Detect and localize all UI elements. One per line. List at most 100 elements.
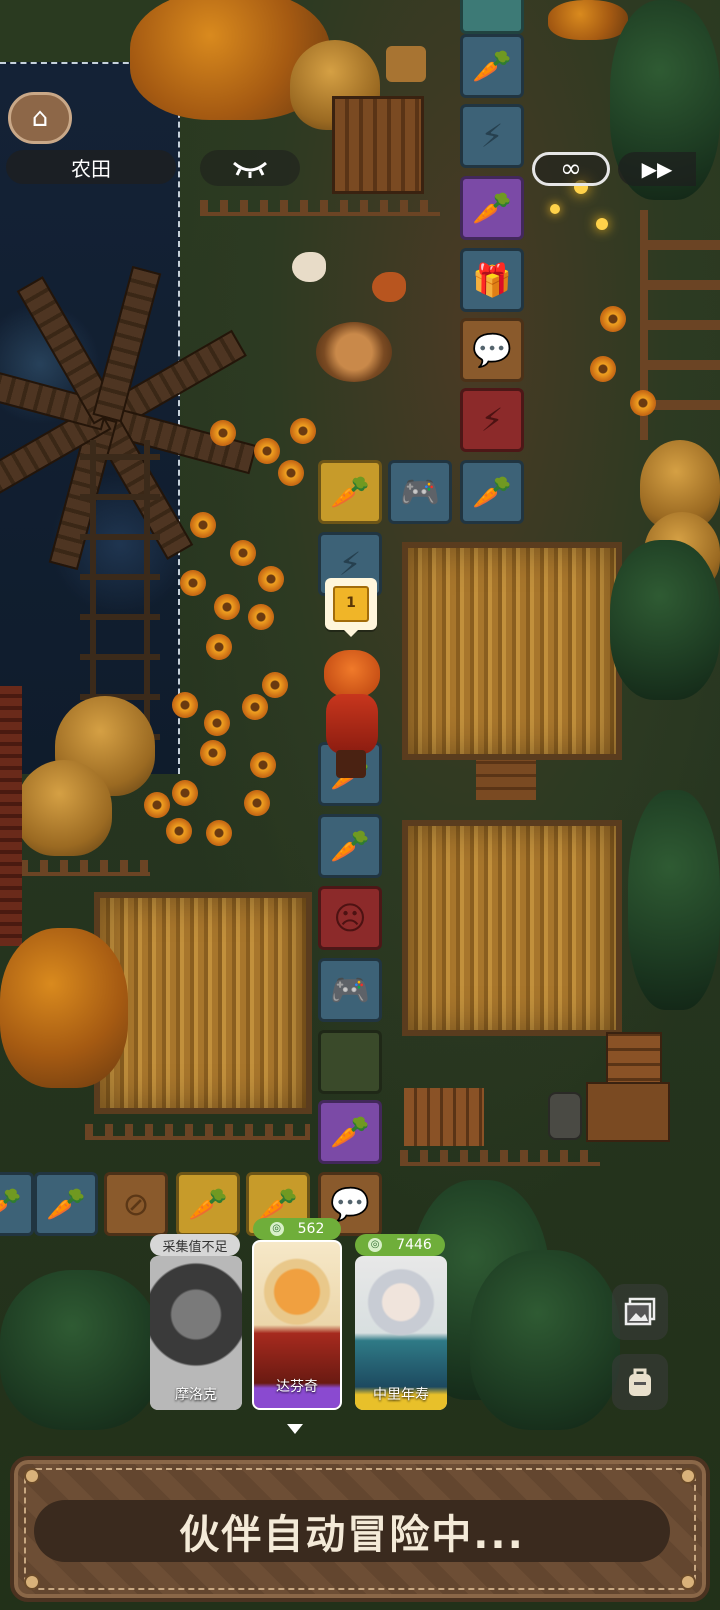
status-message: 伙伴自动冒险中... bbox=[179, 1512, 525, 1558]
sunflower bbox=[204, 710, 230, 736]
fence bbox=[200, 200, 440, 216]
infinity-icon: ∞ bbox=[560, 154, 582, 184]
gallery-icon bbox=[624, 1297, 656, 1326]
bubble-number: 1 bbox=[346, 595, 356, 611]
board-tile-carrot: 🥕 bbox=[318, 460, 382, 524]
sunflower bbox=[262, 672, 288, 698]
home-button[interactable]: ⌂ bbox=[8, 92, 72, 144]
log-pile bbox=[404, 1088, 484, 1146]
backpack-button[interactable] bbox=[612, 1354, 668, 1410]
gallery-button[interactable] bbox=[612, 1284, 668, 1340]
sunflower bbox=[290, 418, 316, 444]
fence bbox=[85, 1124, 310, 1140]
apple-tree bbox=[610, 540, 720, 700]
sunflower bbox=[590, 356, 616, 382]
board-tile-carrot: 🥕 bbox=[460, 34, 524, 98]
firefly-lamp bbox=[550, 180, 610, 230]
party-card-nakazato[interactable]: 中里年寿 bbox=[355, 1256, 447, 1410]
fast-forward-button[interactable]: ▶▶ bbox=[618, 152, 696, 186]
sunflower bbox=[254, 438, 280, 464]
card-value-badge: ◎ 7446 bbox=[355, 1234, 445, 1256]
pine-tree bbox=[470, 1250, 620, 1430]
board-tile bbox=[460, 0, 524, 34]
sunflower bbox=[214, 594, 240, 620]
rivet bbox=[680, 1574, 696, 1590]
autumn-tree bbox=[548, 0, 628, 40]
card-name: 摩洛克 bbox=[175, 1387, 217, 1403]
nest bbox=[316, 322, 392, 382]
barn-wall bbox=[0, 686, 22, 946]
board-tile-gamepad: 🎮 bbox=[318, 958, 382, 1022]
card-value: 562 bbox=[297, 1221, 325, 1237]
player-character bbox=[318, 650, 390, 780]
rivet bbox=[24, 1574, 40, 1590]
fast-forward-icon: ▶▶ bbox=[641, 157, 673, 181]
auto-adventure-status[interactable]: 伙伴自动冒险中... bbox=[34, 1500, 670, 1562]
board-tile-gift: 🎁 bbox=[460, 248, 524, 312]
card-status-text: 采集值不足 bbox=[162, 1239, 228, 1255]
sunflower bbox=[600, 306, 626, 332]
card-value: 7446 bbox=[396, 1237, 432, 1253]
hide-ui-button[interactable] bbox=[200, 150, 300, 186]
eye-closed-icon bbox=[233, 161, 267, 178]
area-name: 农田 bbox=[71, 156, 111, 181]
auto-loop-button[interactable]: ∞ bbox=[532, 152, 610, 186]
sunflower bbox=[166, 818, 192, 844]
wheat-field bbox=[402, 542, 622, 760]
fence bbox=[20, 860, 150, 876]
party-card-moloch[interactable]: 摩洛克 bbox=[150, 1256, 242, 1410]
board-tile-carrot: 🥕 bbox=[176, 1172, 240, 1236]
autumn-tree bbox=[0, 928, 128, 1088]
sunflower bbox=[258, 566, 284, 592]
board-tile-lightning: ⚡ bbox=[460, 104, 524, 168]
crate-stack bbox=[586, 1082, 670, 1142]
chicken bbox=[292, 252, 326, 282]
board-tile-lightning-minus: ⚡ bbox=[460, 388, 524, 452]
card-name: 中里年寿 bbox=[373, 1387, 429, 1403]
selected-indicator bbox=[287, 1424, 303, 1434]
board-tile-carrot: 🥕 bbox=[460, 460, 524, 524]
dice-box-icon: 1 bbox=[333, 586, 369, 622]
party-card-davinci[interactable]: 达芬奇 bbox=[252, 1240, 342, 1410]
sunflower bbox=[200, 740, 226, 766]
energy-icon: ◎ bbox=[269, 1222, 284, 1236]
area-label: 农田 bbox=[6, 150, 176, 184]
board-tile-chat: 💬 bbox=[460, 318, 524, 382]
sunflower bbox=[206, 634, 232, 660]
card-status-badge: 采集值不足 bbox=[150, 1234, 240, 1256]
board-tile-carrot: 🥕 bbox=[460, 176, 524, 240]
sunflower bbox=[180, 570, 206, 596]
wood-crate bbox=[332, 96, 424, 194]
sunflower bbox=[242, 694, 268, 720]
board-tile-carrot: 🥕 bbox=[318, 814, 382, 878]
board-tile-sad-face: ☹ bbox=[318, 886, 382, 950]
card-value-badge: ◎ 562 bbox=[253, 1218, 341, 1240]
rivet bbox=[24, 1468, 40, 1484]
bush bbox=[0, 1270, 160, 1430]
pine-tree bbox=[628, 790, 720, 1010]
board-tile-carrot: 🥕 bbox=[0, 1172, 34, 1236]
sunflower bbox=[172, 780, 198, 806]
board-tile-gamepad: 🎮 bbox=[388, 460, 452, 524]
haystack bbox=[16, 760, 112, 856]
board-tile-carrot: 🥕 bbox=[34, 1172, 98, 1236]
sunflower bbox=[230, 540, 256, 566]
sunflower bbox=[172, 692, 198, 718]
board-tile-carrot: 🥕 bbox=[318, 1100, 382, 1164]
backpack-icon bbox=[629, 1368, 651, 1396]
wood-plank bbox=[476, 760, 536, 800]
flower-pot bbox=[386, 46, 426, 82]
sunflower bbox=[210, 420, 236, 446]
status-panel: 伙伴自动冒险中... bbox=[10, 1456, 710, 1602]
sunflower bbox=[144, 792, 170, 818]
rivet bbox=[680, 1468, 696, 1484]
energy-icon: ◎ bbox=[368, 1238, 383, 1252]
sunflower bbox=[244, 790, 270, 816]
sunflower bbox=[278, 460, 304, 486]
board-tile-no-sign: ⊘ bbox=[104, 1172, 168, 1236]
sunflower bbox=[206, 820, 232, 846]
sunflower bbox=[250, 752, 276, 778]
card-name: 达芬奇 bbox=[276, 1379, 318, 1395]
bucket bbox=[548, 1092, 582, 1140]
sunflower bbox=[630, 390, 656, 416]
